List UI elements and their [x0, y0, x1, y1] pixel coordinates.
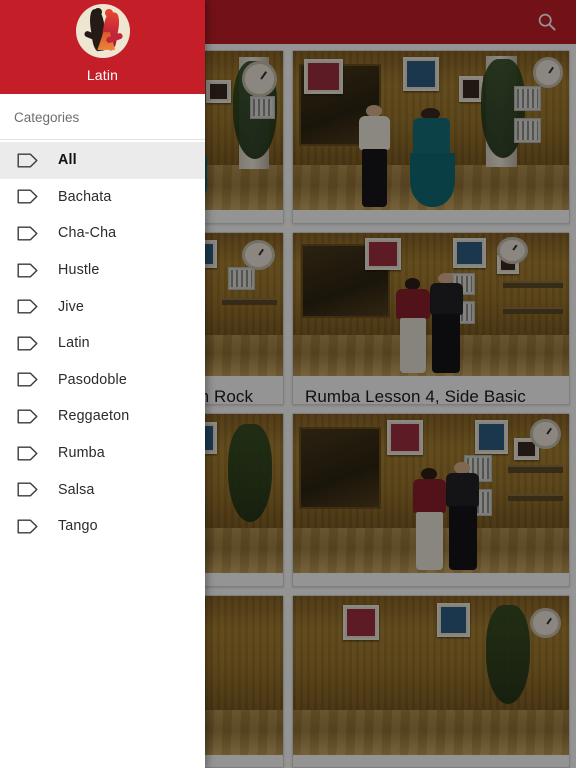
- sidebar-item-label: Reggaeton: [58, 408, 130, 425]
- sidebar-item-pasodoble[interactable]: Pasodoble: [0, 362, 205, 399]
- tag-icon: [17, 518, 41, 535]
- sidebar-item-latin[interactable]: Latin: [0, 325, 205, 362]
- sidebar-item-label: Hustle: [58, 262, 100, 279]
- tag-icon: [17, 445, 41, 462]
- sidebar-item-bachata[interactable]: Bachata: [0, 179, 205, 216]
- sidebar-item-label: All: [58, 152, 77, 169]
- sidebar-item-tango[interactable]: Tango: [0, 508, 205, 545]
- tag-icon: [17, 152, 41, 169]
- sidebar-item-rumba[interactable]: Rumba: [0, 435, 205, 472]
- tag-icon: [17, 188, 41, 205]
- tag-icon: [17, 371, 41, 388]
- drawer-header: Latin: [0, 0, 205, 94]
- sidebar-item-label: Jive: [58, 298, 85, 315]
- tag-icon: [17, 225, 41, 242]
- latin-dancers-avatar-icon: [75, 4, 130, 58]
- sidebar-item-label: Tango: [58, 518, 98, 535]
- navigation-drawer: Latin Categories All Bachata Cha-Cha Hus…: [0, 0, 205, 768]
- sidebar-item-label: Latin: [58, 335, 90, 352]
- sidebar-item-jive[interactable]: Jive: [0, 288, 205, 325]
- sidebar-item-hustle[interactable]: Hustle: [0, 252, 205, 289]
- tag-icon: [17, 262, 41, 279]
- sidebar-item-cha-cha[interactable]: Cha-Cha: [0, 215, 205, 252]
- tag-icon: [17, 298, 41, 315]
- tag-icon: [17, 335, 41, 352]
- sidebar-item-label: Pasodoble: [58, 371, 127, 388]
- drawer-title: Latin: [86, 67, 119, 83]
- categories-section-header: Categories: [0, 94, 205, 140]
- sidebar-item-label: Cha-Cha: [58, 225, 117, 242]
- sidebar-item-reggaeton[interactable]: Reggaeton: [0, 398, 205, 435]
- tag-icon: [17, 408, 41, 425]
- tag-icon: [17, 481, 41, 498]
- sidebar-item-label: Bachata: [58, 188, 112, 205]
- sidebar-item-all[interactable]: All: [0, 142, 205, 179]
- sidebar-item-label: Rumba: [58, 445, 105, 462]
- category-list: All Bachata Cha-Cha Hustle Jive Latin Pa…: [0, 140, 205, 768]
- app-root: Rumba Lesson 1, Forward and Back: [0, 0, 576, 768]
- sidebar-item-label: Salsa: [58, 481, 95, 498]
- sidebar-item-salsa[interactable]: Salsa: [0, 471, 205, 508]
